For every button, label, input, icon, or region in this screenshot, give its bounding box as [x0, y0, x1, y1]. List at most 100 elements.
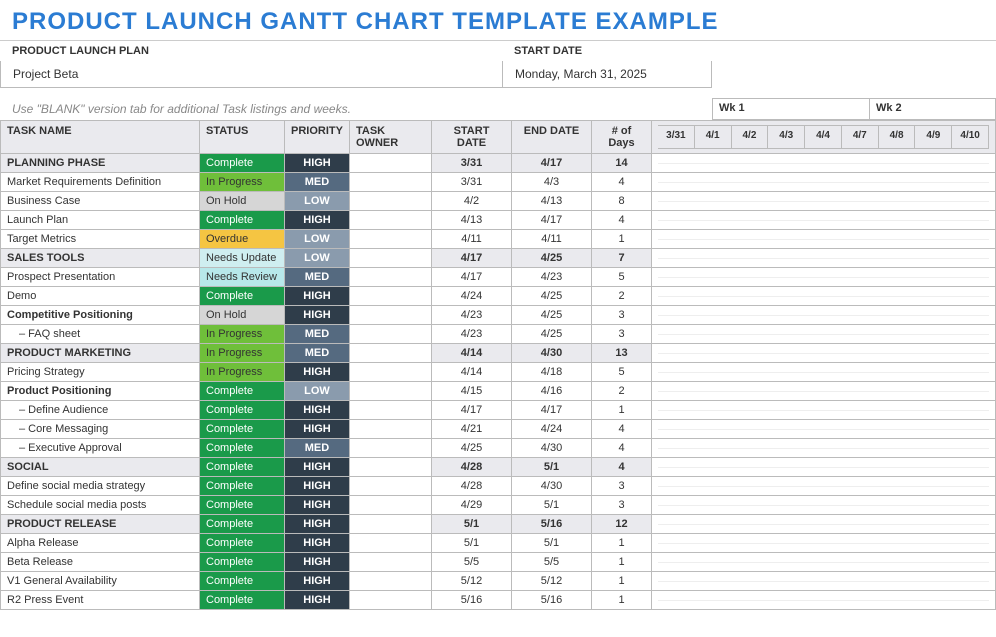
end-date-cell[interactable]: 5/16 — [512, 515, 592, 534]
priority-cell[interactable]: HIGH — [285, 591, 350, 610]
hdr-end[interactable]: END DATE — [512, 120, 592, 154]
end-date-cell[interactable]: 4/17 — [512, 211, 592, 230]
owner-cell[interactable] — [350, 325, 432, 344]
task-name-cell[interactable]: Demo — [0, 287, 200, 306]
priority-cell[interactable]: MED — [285, 344, 350, 363]
status-cell[interactable]: Complete — [200, 534, 285, 553]
priority-cell[interactable]: HIGH — [285, 306, 350, 325]
priority-cell[interactable]: HIGH — [285, 477, 350, 496]
end-date-cell[interactable]: 4/17 — [512, 154, 592, 173]
start-date-cell[interactable]: 4/17 — [432, 268, 512, 287]
end-date-cell[interactable]: 4/23 — [512, 268, 592, 287]
days-cell[interactable]: 5 — [592, 268, 652, 287]
priority-cell[interactable]: LOW — [285, 230, 350, 249]
task-name-cell[interactable]: Schedule social media posts — [0, 496, 200, 515]
end-date-cell[interactable]: 5/16 — [512, 591, 592, 610]
priority-cell[interactable]: HIGH — [285, 211, 350, 230]
start-date-cell[interactable]: 4/21 — [432, 420, 512, 439]
owner-cell[interactable] — [350, 230, 432, 249]
status-cell[interactable]: Complete — [200, 287, 285, 306]
end-date-cell[interactable]: 4/17 — [512, 401, 592, 420]
task-name-cell[interactable]: V1 General Availability — [0, 572, 200, 591]
status-cell[interactable]: Complete — [200, 477, 285, 496]
start-date-cell[interactable]: 4/13 — [432, 211, 512, 230]
days-cell[interactable]: 1 — [592, 230, 652, 249]
status-cell[interactable]: Complete — [200, 553, 285, 572]
owner-cell[interactable] — [350, 344, 432, 363]
hdr-start[interactable]: START DATE — [432, 120, 512, 154]
end-date-cell[interactable]: 4/3 — [512, 173, 592, 192]
priority-cell[interactable]: MED — [285, 268, 350, 287]
owner-cell[interactable] — [350, 382, 432, 401]
days-cell[interactable]: 5 — [592, 363, 652, 382]
end-date-cell[interactable]: 4/24 — [512, 420, 592, 439]
task-name-cell[interactable]: SOCIAL — [0, 458, 200, 477]
owner-cell[interactable] — [350, 458, 432, 477]
priority-cell[interactable]: HIGH — [285, 287, 350, 306]
owner-cell[interactable] — [350, 211, 432, 230]
hdr-days[interactable]: # of Days — [592, 120, 652, 154]
start-date-cell[interactable]: 5/16 — [432, 591, 512, 610]
owner-cell[interactable] — [350, 439, 432, 458]
task-name-cell[interactable]: Competitive Positioning — [0, 306, 200, 325]
task-name-cell[interactable]: Beta Release — [0, 553, 200, 572]
days-cell[interactable]: 14 — [592, 154, 652, 173]
end-date-cell[interactable]: 5/1 — [512, 534, 592, 553]
days-cell[interactable]: 3 — [592, 477, 652, 496]
status-cell[interactable]: On Hold — [200, 306, 285, 325]
owner-cell[interactable] — [350, 515, 432, 534]
priority-cell[interactable]: HIGH — [285, 154, 350, 173]
start-date-cell[interactable]: 5/1 — [432, 515, 512, 534]
status-cell[interactable]: In Progress — [200, 344, 285, 363]
owner-cell[interactable] — [350, 496, 432, 515]
days-cell[interactable]: 7 — [592, 249, 652, 268]
status-cell[interactable]: Complete — [200, 515, 285, 534]
days-cell[interactable]: 4 — [592, 458, 652, 477]
priority-cell[interactable]: MED — [285, 325, 350, 344]
task-name-cell[interactable]: SALES TOOLS — [0, 249, 200, 268]
start-date-cell[interactable]: 5/5 — [432, 553, 512, 572]
task-name-cell[interactable]: Pricing Strategy — [0, 363, 200, 382]
start-date-cell[interactable]: 3/31 — [432, 173, 512, 192]
task-name-cell[interactable]: Target Metrics — [0, 230, 200, 249]
start-date-cell[interactable]: 4/11 — [432, 230, 512, 249]
task-name-cell[interactable]: PRODUCT MARKETING — [0, 344, 200, 363]
status-cell[interactable]: Needs Update — [200, 249, 285, 268]
owner-cell[interactable] — [350, 192, 432, 211]
days-cell[interactable]: 1 — [592, 534, 652, 553]
end-date-cell[interactable]: 5/1 — [512, 496, 592, 515]
end-date-cell[interactable]: 4/18 — [512, 363, 592, 382]
end-date-cell[interactable]: 4/11 — [512, 230, 592, 249]
owner-cell[interactable] — [350, 173, 432, 192]
start-date-cell[interactable]: 4/17 — [432, 249, 512, 268]
status-cell[interactable]: Complete — [200, 382, 285, 401]
priority-cell[interactable]: MED — [285, 439, 350, 458]
end-date-cell[interactable]: 4/30 — [512, 439, 592, 458]
project-name-input[interactable]: Project Beta — [0, 61, 502, 88]
hdr-priority[interactable]: PRIORITY — [285, 120, 350, 154]
start-date-input[interactable]: Monday, March 31, 2025 — [502, 61, 712, 88]
owner-cell[interactable] — [350, 420, 432, 439]
days-cell[interactable]: 4 — [592, 173, 652, 192]
days-cell[interactable]: 8 — [592, 192, 652, 211]
start-date-cell[interactable]: 4/17 — [432, 401, 512, 420]
status-cell[interactable]: Complete — [200, 496, 285, 515]
owner-cell[interactable] — [350, 477, 432, 496]
priority-cell[interactable]: HIGH — [285, 534, 350, 553]
status-cell[interactable]: Complete — [200, 401, 285, 420]
priority-cell[interactable]: LOW — [285, 192, 350, 211]
task-name-cell[interactable]: – Core Messaging — [0, 420, 200, 439]
start-date-cell[interactable]: 4/28 — [432, 477, 512, 496]
task-name-cell[interactable]: Alpha Release — [0, 534, 200, 553]
owner-cell[interactable] — [350, 154, 432, 173]
task-name-cell[interactable]: Define social media strategy — [0, 477, 200, 496]
hdr-task[interactable]: TASK NAME — [0, 120, 200, 154]
end-date-cell[interactable]: 4/25 — [512, 325, 592, 344]
hdr-owner[interactable]: TASK OWNER — [350, 120, 432, 154]
days-cell[interactable]: 2 — [592, 382, 652, 401]
owner-cell[interactable] — [350, 287, 432, 306]
status-cell[interactable]: Complete — [200, 572, 285, 591]
owner-cell[interactable] — [350, 401, 432, 420]
start-date-cell[interactable]: 4/29 — [432, 496, 512, 515]
task-name-cell[interactable]: Prospect Presentation — [0, 268, 200, 287]
